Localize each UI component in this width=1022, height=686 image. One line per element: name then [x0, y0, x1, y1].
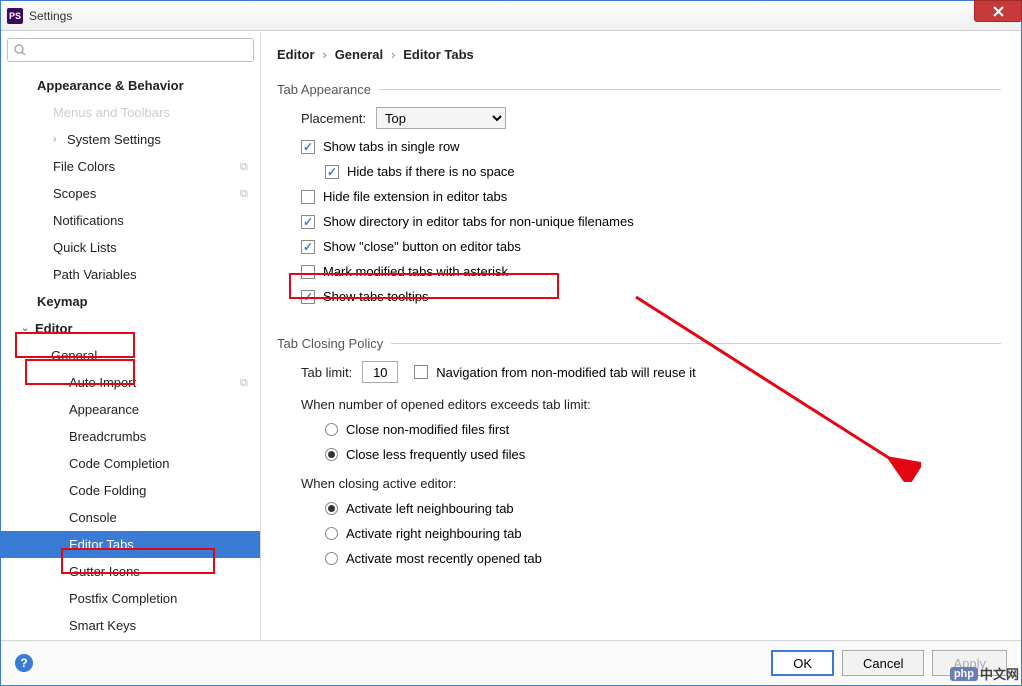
lbl-single-row: Show tabs in single row	[323, 139, 460, 154]
placement-select[interactable]: Top	[376, 107, 506, 129]
lbl-nav-reuse: Navigation from non-modified tab will re…	[436, 365, 695, 380]
tree-console[interactable]: Console	[1, 504, 260, 531]
lbl-act-left: Activate left neighbouring tab	[346, 501, 514, 516]
dialog-footer: ? OK Cancel Apply	[1, 640, 1021, 685]
sidebar: Appearance & Behavior Menus and Toolbars…	[1, 32, 261, 641]
tree-general[interactable]: ⌄General	[1, 342, 260, 369]
chk-nav-reuse[interactable]	[414, 365, 428, 379]
radio-close-freq[interactable]	[325, 448, 338, 461]
tree-postfix-completion[interactable]: Postfix Completion	[1, 585, 260, 612]
breadcrumb-sep: ›	[322, 47, 326, 62]
lbl-act-right: Activate right neighbouring tab	[346, 526, 522, 541]
project-badge-icon: ⧉	[240, 161, 252, 173]
watermark: php中文网	[950, 664, 1019, 683]
chk-show-dir[interactable]	[301, 215, 315, 229]
close-button[interactable]	[974, 0, 1022, 22]
group-tab-appearance: Tab Appearance Placement: Top Show tabs …	[277, 82, 1001, 314]
project-badge-icon: ⧉	[240, 377, 252, 389]
breadcrumb: Editor › General › Editor Tabs	[277, 46, 1001, 62]
close-icon	[993, 6, 1004, 17]
legend-closing-policy: Tab Closing Policy	[277, 336, 391, 351]
cancel-button[interactable]: Cancel	[842, 650, 924, 676]
lbl-show-close: Show "close" button on editor tabs	[323, 239, 521, 254]
tree-appearance-behavior[interactable]: Appearance & Behavior	[1, 72, 260, 99]
tree-auto-import[interactable]: Auto Import⧉	[1, 369, 260, 396]
tree-appearance-sub[interactable]: Appearance	[1, 396, 260, 423]
chevron-down-icon: ⌄	[21, 323, 35, 334]
placement-label: Placement:	[301, 111, 366, 126]
chk-tooltips[interactable]	[301, 290, 315, 304]
settings-tree: Appearance & Behavior Menus and Toolbars…	[1, 68, 260, 641]
tree-breadcrumbs[interactable]: Breadcrumbs	[1, 423, 260, 450]
chk-hide-no-space[interactable]	[325, 165, 339, 179]
closing-active-label: When closing active editor:	[301, 476, 1001, 491]
tree-gutter-icons[interactable]: Gutter Icons	[1, 558, 260, 585]
tree-system-settings[interactable]: ›System Settings	[1, 126, 260, 153]
search-input[interactable]	[7, 38, 254, 62]
lbl-act-recent: Activate most recently opened tab	[346, 551, 542, 566]
tree-code-completion[interactable]: Code Completion	[1, 450, 260, 477]
crumb-2: General	[335, 47, 383, 62]
search-icon	[14, 44, 26, 56]
lbl-mark-modified: Mark modified tabs with asterisk	[323, 264, 508, 279]
tab-limit-input[interactable]	[362, 361, 398, 383]
radio-act-left[interactable]	[325, 502, 338, 515]
ok-button[interactable]: OK	[771, 650, 834, 676]
lbl-hide-ext: Hide file extension in editor tabs	[323, 189, 507, 204]
exceed-label: When number of opened editors exceeds ta…	[301, 397, 1001, 412]
tree-quick-lists[interactable]: Quick Lists	[1, 234, 260, 261]
tree-file-colors[interactable]: File Colors⧉	[1, 153, 260, 180]
crumb-1: Editor	[277, 47, 315, 62]
lbl-close-nonmod: Close non-modified files first	[346, 422, 509, 437]
lbl-hide-no-space: Hide tabs if there is no space	[347, 164, 515, 179]
tree-notifications[interactable]: Notifications	[1, 207, 260, 234]
lbl-show-dir: Show directory in editor tabs for non-un…	[323, 214, 634, 229]
lbl-tooltips: Show tabs tooltips	[323, 289, 429, 304]
breadcrumb-sep: ›	[391, 47, 395, 62]
tree-menus-toolbars[interactable]: Menus and Toolbars	[1, 99, 260, 126]
tree-scopes[interactable]: Scopes⧉	[1, 180, 260, 207]
tab-limit-label: Tab limit:	[301, 365, 352, 380]
tree-keymap[interactable]: Keymap	[1, 288, 260, 315]
group-closing-policy: Tab Closing Policy Tab limit: Navigation…	[277, 336, 1001, 576]
chk-show-close[interactable]	[301, 240, 315, 254]
main-panel: Editor › General › Editor Tabs Tab Appea…	[261, 32, 1021, 641]
tree-code-folding[interactable]: Code Folding	[1, 477, 260, 504]
legend-tab-appearance: Tab Appearance	[277, 82, 379, 97]
tree-editor-tabs[interactable]: Editor Tabs	[1, 531, 260, 558]
chk-mark-modified[interactable]	[301, 265, 315, 279]
chk-hide-ext[interactable]	[301, 190, 315, 204]
chevron-right-icon: ›	[53, 134, 67, 145]
radio-close-nonmod[interactable]	[325, 423, 338, 436]
tree-path-variables[interactable]: Path Variables	[1, 261, 260, 288]
chevron-down-icon: ⌄	[37, 350, 51, 361]
window-title: Settings	[29, 9, 72, 23]
app-logo: PS	[7, 8, 23, 24]
chk-single-row[interactable]	[301, 140, 315, 154]
lbl-close-freq: Close less frequently used files	[346, 447, 525, 462]
radio-act-right[interactable]	[325, 527, 338, 540]
help-button[interactable]: ?	[15, 654, 33, 672]
titlebar: PS Settings	[1, 1, 1021, 31]
radio-act-recent[interactable]	[325, 552, 338, 565]
project-badge-icon: ⧉	[240, 188, 252, 200]
php-logo-icon: php	[950, 667, 978, 681]
crumb-3: Editor Tabs	[403, 47, 474, 62]
tree-editor[interactable]: ⌄Editor	[1, 315, 260, 342]
tree-smart-keys[interactable]: Smart Keys	[1, 612, 260, 639]
